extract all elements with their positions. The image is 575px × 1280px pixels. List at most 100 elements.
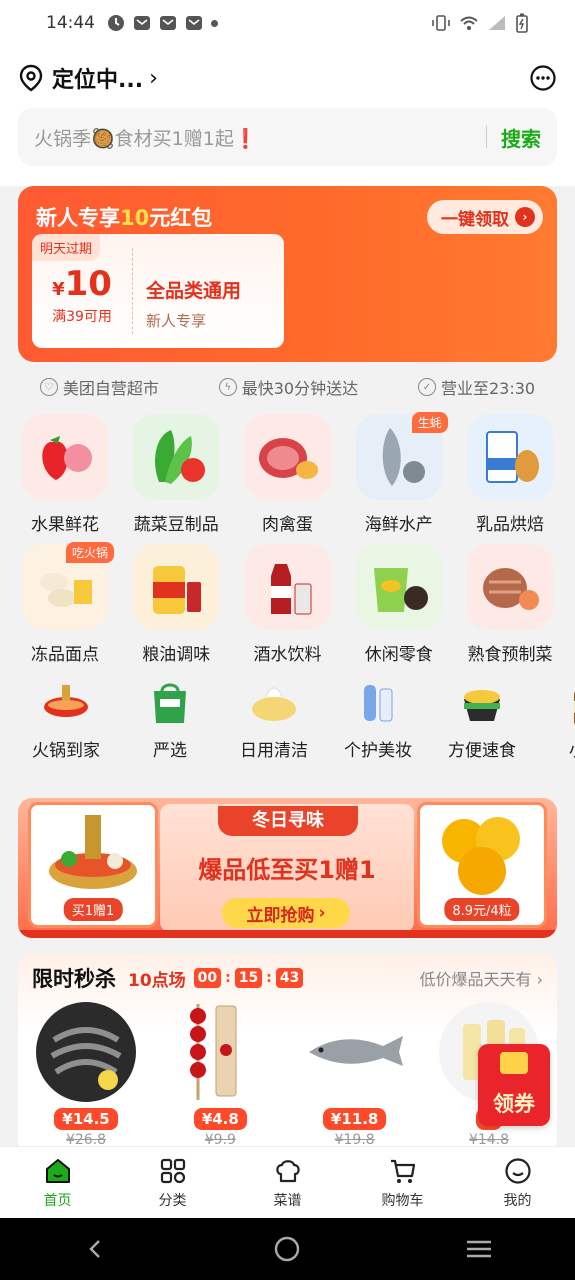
claim-all-label: 一键领取 (441, 209, 509, 230)
fruit-image (22, 414, 108, 500)
search-bar[interactable]: 火锅季🥘食材买1赠1起❗ 搜索 (18, 108, 557, 166)
feature-label: 美团自营超市 (62, 379, 159, 398)
expire-tag: 明天过期 (32, 234, 101, 261)
mail-notification-icon (186, 16, 202, 30)
subcategory-label: 火锅到家 (32, 741, 100, 761)
smiley-profile-icon (504, 1157, 531, 1184)
tab-cart[interactable]: 购物车 (345, 1147, 460, 1218)
buy-now-button[interactable]: 立即抢购 › (222, 898, 350, 928)
new-user-promo[interactable]: 新人专享10元红包 一键领取 › 明天过期 ¥10 满39可用 全品类通用 新人… (18, 186, 557, 362)
location-text[interactable]: 定位中... (52, 62, 143, 94)
subcategory-cleaning[interactable]: 日用清洁 (222, 676, 326, 766)
category-seafood[interactable]: 生蚝 海鲜水产 (346, 410, 452, 540)
flash-item-price: ¥4.8 (193, 1108, 247, 1130)
location-row: 定位中... › (18, 60, 557, 96)
meat-image (244, 414, 331, 500)
banner-hotpot-card[interactable]: 买1赠1 (28, 802, 158, 928)
flash-sale-slot: 10点场 (128, 970, 186, 991)
tab-label: 分类 (158, 1192, 187, 1209)
tanghulu-image (168, 1000, 272, 1104)
cosmetics-icon (349, 676, 407, 726)
tab-home[interactable]: 首页 (0, 1147, 115, 1218)
category-deli-prepared[interactable]: 熟食预制菜 (457, 540, 563, 670)
shield-check-icon: ✓ (417, 378, 436, 396)
oil-image (133, 544, 220, 630)
status-time: 14:44 (46, 13, 95, 33)
category-grain-oil[interactable]: 粮油调味 (123, 540, 229, 670)
vegetable-image (133, 414, 220, 500)
chevron-right-icon: › (536, 970, 543, 989)
feature-item: ✓ 营业至23:30 (417, 375, 535, 399)
tab-label: 首页 (43, 1192, 72, 1209)
coupon-amount-block: ¥10 满39可用 (32, 264, 132, 326)
flash-sale-header: 限时秒杀 10点场 00: 15: 43 低价爆品天天有 › (32, 964, 543, 992)
home-button[interactable] (267, 1229, 307, 1269)
category-row: 水果鲜花 蔬菜豆制品 肉禽蛋 生蚝 海鲜水产 乳品烘焙 (12, 410, 563, 540)
app-notification-icon (108, 15, 124, 31)
recents-menu-icon (467, 1240, 492, 1258)
tab-profile[interactable]: 我的 (460, 1147, 575, 1218)
back-button[interactable] (76, 1229, 116, 1269)
subcategory-personal-care[interactable]: 个护美妆 (326, 676, 430, 766)
category-label: 水果鲜花 (31, 515, 99, 535)
flash-item-tanghulu[interactable]: ¥4.8 ¥9.9 (158, 1000, 282, 1148)
search-input[interactable]: 火锅季🥘食材买1赠1起❗ (34, 124, 486, 151)
category-vegetables-tofu[interactable]: 蔬菜豆制品 (123, 410, 229, 540)
subcategory-selected[interactable]: 严选 (118, 676, 222, 766)
search-divider (486, 126, 487, 148)
flash-item-fish[interactable]: ¥11.8 ¥19.8 (293, 1000, 417, 1148)
shopping-cart-icon (390, 1159, 415, 1183)
vibrate-icon (432, 15, 450, 31)
coupon-card[interactable]: 明天过期 ¥10 满39可用 全品类通用 新人专享 (32, 234, 284, 348)
dairy-image (467, 414, 553, 500)
message-icon[interactable] (529, 64, 557, 92)
subcategory-label: 个护美妆 (344, 741, 412, 761)
category-snacks[interactable]: 休闲零食 (346, 540, 452, 670)
winter-promo-banner[interactable]: 买1赠1 冬日寻味 爆品低至买1赠1 立即抢购 › 8.9元/4粒 (18, 798, 557, 938)
hotpot-icon (37, 676, 95, 726)
coupon-scope: 全品类通用 (146, 280, 242, 302)
liquor-bottle-icon (557, 676, 575, 726)
tab-category[interactable]: 分类 (115, 1147, 230, 1218)
feature-label: 最快30分钟送达 (241, 379, 359, 398)
search-button[interactable]: 搜索 (501, 123, 541, 152)
subcategory-strip: 火锅到家 严选 日用清洁 个护美妆 方便速食 小酒 (0, 676, 575, 766)
chevron-right-icon[interactable]: › (149, 66, 158, 91)
home-icon (45, 1158, 70, 1183)
category-drinks[interactable]: 酒水饮料 (235, 540, 341, 670)
bottom-tab-bar: 首页 分类 菜谱 购物车 我的 (0, 1146, 575, 1218)
banner-orange-card[interactable]: 8.9元/4粒 (417, 802, 547, 928)
location-pin-icon[interactable] (18, 64, 44, 92)
fish-image (303, 1000, 407, 1104)
category-frozen-dumplings[interactable]: 吃火锅 冻品面点 (12, 540, 118, 670)
header: 定位中... › 火锅季🥘食材买1赠1起❗ 搜索 (0, 46, 575, 186)
flash-sale-more-label: 低价爆品天天有 (419, 970, 532, 989)
subcategory-liquor[interactable]: 小酒 (534, 676, 575, 766)
flash-item-price: ¥14.5 (54, 1108, 118, 1130)
service-features: ♡ 美团自营超市 ϟ 最快30分钟送达 ✓ 营业至23:30 (0, 372, 575, 402)
subcategory-hotpot[interactable]: 火锅到家 (14, 676, 118, 766)
system-navigation-bar (0, 1218, 575, 1280)
new-user-title-prefix: 新人专享 (36, 206, 120, 230)
coupon-divider (132, 248, 133, 334)
category-meat-eggs[interactable]: 肉禽蛋 (235, 410, 341, 540)
countdown-minutes: 15 (234, 968, 263, 988)
countdown-timer: 00: 15: 43 (193, 968, 304, 988)
battery-icon (516, 13, 528, 33)
category-dairy-bakery[interactable]: 乳品烘焙 (457, 410, 563, 540)
flash-item-price: ¥11.8 (322, 1108, 387, 1130)
claim-all-button[interactable]: 一键领取 › (427, 200, 543, 234)
subcategory-instant-food[interactable]: 方便速食 (430, 676, 534, 766)
status-indicators (431, 13, 529, 33)
tab-recipes[interactable]: 菜谱 (230, 1147, 345, 1218)
category-icon (160, 1158, 185, 1183)
orange-image (442, 817, 520, 895)
selected-bag-icon (141, 676, 199, 726)
hotpot-image (49, 815, 137, 889)
flash-item-shrimp[interactable]: ¥14.5 ¥26.8 (24, 1000, 148, 1148)
back-chevron-icon (89, 1240, 100, 1258)
recents-button[interactable] (459, 1229, 499, 1269)
category-fruits-flowers[interactable]: 水果鲜花 (12, 410, 118, 540)
floating-coupon-button[interactable]: 领券 (478, 1044, 550, 1126)
flash-sale-more-link[interactable]: 低价爆品天天有 › (419, 966, 543, 990)
